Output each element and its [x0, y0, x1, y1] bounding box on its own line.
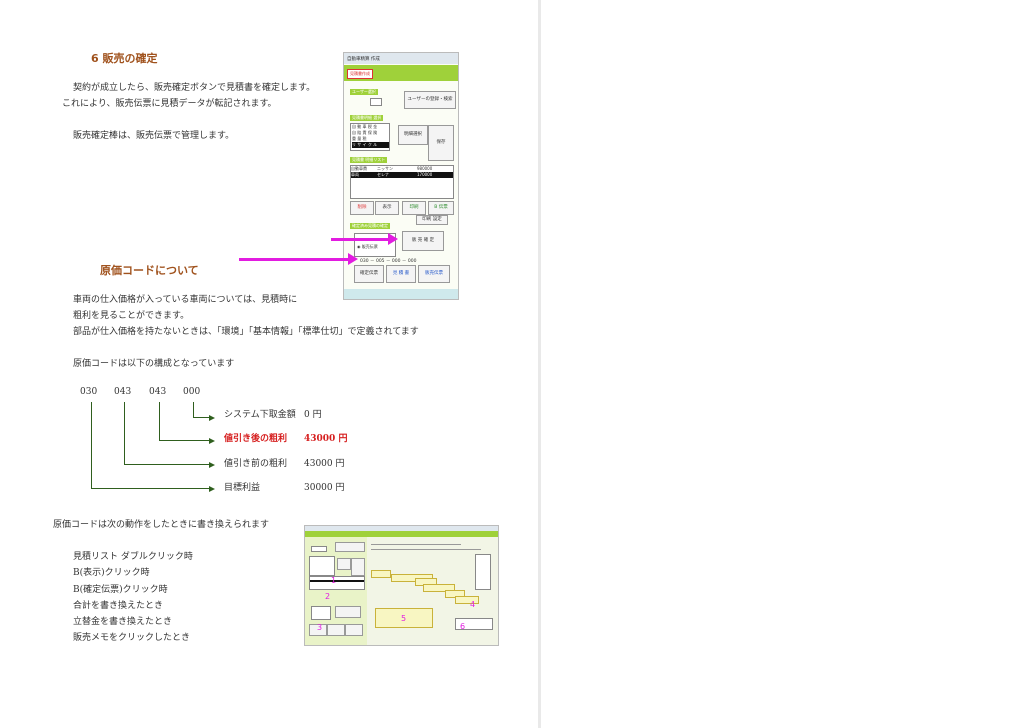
code-part: 043 [149, 387, 167, 397]
radio-sales-slip[interactable]: ◉ 販売伝票 [357, 244, 378, 250]
connector-line [91, 402, 92, 489]
estimate-button[interactable]: 見 積 書 [386, 265, 416, 283]
document-page-right [541, 0, 1024, 728]
document-page-left: 6 販売の確定 契約が成立したら、販売確定ボタンで見積書を確定します。 これによ… [0, 0, 538, 728]
breakdown-value: 30000 円 [304, 483, 345, 493]
section-heading: 6 販売の確定 [91, 52, 158, 65]
connector-line [193, 402, 194, 418]
pointer-arrow [331, 238, 389, 241]
arrow-head-icon [209, 414, 215, 421]
group-label: 見積書 明細リスト [350, 157, 388, 163]
estimate-list[interactable]: 自動車費 ニッサン 980000 車両 セレナ 170000 [350, 165, 454, 199]
breakdown-value: 43000 円 [304, 434, 348, 444]
arrow-head-icon [209, 485, 215, 492]
list-item: 見積リスト ダブルクリック時 [73, 552, 193, 562]
table-row[interactable]: 車両 セレナ 170000 [351, 172, 453, 178]
arrow-head-icon [388, 233, 398, 245]
save-button[interactable]: 保存 [428, 125, 454, 161]
code-part: 030 [80, 387, 98, 397]
confirmed-slip-button[interactable]: 確定伝票 [354, 265, 384, 283]
paragraph-line: 契約が成立したら、販売確定ボタンで見積書を確定します。 [73, 83, 316, 93]
connector-line [91, 488, 209, 489]
detail-select-button[interactable]: 明細選択 [398, 125, 428, 145]
arrow-head-icon [348, 253, 358, 265]
paragraph-line: 原価コードは以下の構成となっています [73, 359, 235, 369]
b-slip-button[interactable]: B 伝票 [428, 201, 454, 215]
estimate-list[interactable] [309, 576, 365, 590]
group-label: ユーザー選択 [350, 89, 378, 95]
show-button[interactable]: 表示 [375, 201, 399, 215]
marker-label: 2 [325, 592, 331, 601]
user-field[interactable] [370, 98, 382, 106]
user-search-button[interactable] [335, 542, 365, 552]
marker-label: 6 [460, 622, 466, 631]
connector-line [159, 402, 160, 441]
list-item: 立替金を書き換えたとき [73, 617, 173, 627]
connector-line [124, 402, 125, 465]
detail-list[interactable]: 自 動 車 税 金 自 賠 責 保 険 重 量 税 リ サ イ ク ル [350, 123, 390, 151]
arrow-head-icon [209, 437, 215, 444]
marker-label: 3 [317, 623, 323, 632]
sales-confirm-button[interactable] [335, 606, 361, 618]
list-item: 販売メモをクリックしたとき [73, 633, 191, 643]
marker-label: 4 [470, 600, 476, 609]
window-titlebar: 自動車精算 作成 [344, 53, 458, 64]
paragraph-line: 車両の仕入価格が入っている車両については、見積時に [73, 295, 298, 305]
list-item: B(表示)クリック時 [73, 568, 150, 578]
paragraph-line: 販売確定棒は、販売伝票で管理します。 [73, 131, 235, 141]
marker-label: 5 [401, 614, 407, 623]
user-search-button[interactable]: ユーザーの登録・検索 [404, 91, 456, 109]
detail-list[interactable] [309, 556, 335, 576]
print-setting-button[interactable]: 印刷 設定 [416, 215, 448, 225]
cost-code-display: 030 － 005 － 000 － 000 [360, 259, 417, 264]
tab-estimate[interactable]: 見積書作成 [347, 69, 373, 79]
connector-line [193, 417, 209, 418]
connector-line [159, 440, 209, 441]
full-window-screenshot: 1 2 3 4 5 6 [304, 525, 499, 646]
breakdown-label: システム下取金額 [224, 410, 296, 420]
breakdown-value: 43000 円 [304, 459, 345, 469]
delete-button[interactable]: 削除 [350, 201, 374, 215]
sales-confirm-button[interactable]: 販 売 確 定 [402, 231, 444, 251]
paragraph-line: 部品が仕入価格を持たないときは、「環境」「基本情報」「標準仕切」で定義されてます [73, 327, 419, 337]
status-strip [344, 289, 458, 299]
group-label: 見積書明細 選択 [350, 115, 384, 121]
print-button[interactable]: 印刷 [402, 201, 426, 215]
breakdown-value: 0 円 [304, 410, 322, 420]
list-item[interactable]: リ サ イ ク ル [352, 142, 389, 148]
group-label: 確定済み見積の確定 [350, 223, 390, 229]
breakdown-label: 目標利益 [224, 483, 261, 493]
header-info [371, 540, 495, 554]
sales-slip-button[interactable]: 販売伝票 [418, 265, 450, 283]
sales-form-screenshot: 自動車精算 作成 見積書作成 ユーザー選択 ユーザーの登録・検索 見積書明細 選… [343, 52, 459, 300]
list-item: B(確定伝票)クリック時 [73, 585, 168, 595]
list-item: 合計を書き換えたとき [73, 601, 164, 611]
paragraph-line: これにより、販売伝票に見積データが転記されます。 [62, 99, 277, 109]
code-part: 000 [183, 387, 201, 397]
arrow-head-icon [209, 461, 215, 468]
breakdown-label: 値引き後の粗利 [224, 434, 288, 444]
paragraph-line: 粗利を見ることができます。 [73, 311, 190, 321]
paragraph-line: 原価コードは次の動作をしたときに書き換えられます [53, 520, 270, 530]
pointer-arrow [239, 258, 349, 261]
connector-line [124, 464, 209, 465]
code-part: 043 [114, 387, 132, 397]
marker-label: 1 [331, 576, 337, 585]
breakdown-label: 値引き前の粗利 [224, 459, 288, 469]
section-heading: 原価コードについて [100, 264, 199, 277]
